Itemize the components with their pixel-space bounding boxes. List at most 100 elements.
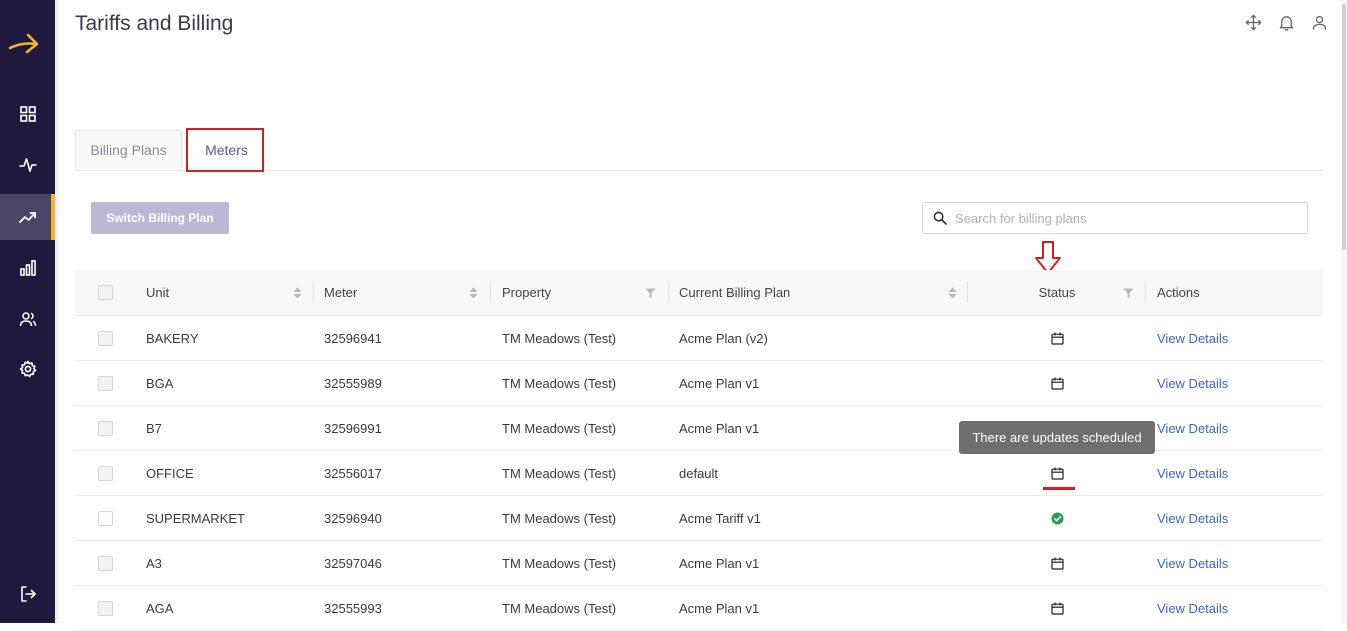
row-checkbox[interactable] [97, 600, 113, 616]
sort-icon[interactable] [293, 287, 302, 299]
bell-icon[interactable] [1277, 13, 1296, 32]
column-header-property[interactable]: Property [502, 270, 668, 315]
cell-billing-plan: default [679, 465, 719, 481]
view-details-link[interactable]: View Details [1157, 556, 1228, 571]
search-box[interactable] [922, 202, 1308, 234]
sort-icon[interactable] [948, 287, 957, 299]
column-header-label: Status [1038, 285, 1076, 300]
column-header-meter[interactable]: Meter [324, 270, 490, 315]
select-all-cell [75, 270, 135, 315]
move-arrows-icon[interactable] [1244, 13, 1263, 32]
cell-property: TM Meadows (Test) [502, 330, 617, 346]
table-row: BGA 32555989 TM Meadows (Test) Acme Plan… [75, 361, 1323, 406]
view-details-link[interactable]: View Details [1157, 376, 1228, 391]
row-checkbox[interactable] [97, 510, 113, 526]
cell-billing-plan: Acme Plan v1 [679, 375, 760, 391]
table-row: AGA 32555993 TM Meadows (Test) Acme Plan… [75, 586, 1323, 631]
cell-meter: 32555993 [324, 600, 382, 616]
sidebar-item-dashboard[interactable] [0, 91, 55, 137]
column-header-billing-plan[interactable]: Current Billing Plan [679, 270, 969, 315]
activity-pulse-icon [18, 158, 37, 172]
view-details-link[interactable]: View Details [1157, 601, 1228, 616]
column-header-label: Meter [324, 285, 358, 300]
scrollbar-thumb[interactable] [1342, 4, 1346, 250]
sidebar-item-reports[interactable] [0, 245, 55, 291]
sidebar-logout[interactable] [0, 571, 55, 617]
cell-property: TM Meadows (Test) [502, 375, 617, 391]
switch-billing-plan-button[interactable]: Switch Billing Plan [91, 202, 229, 234]
column-header-label: Property [502, 285, 552, 300]
view-details-link[interactable]: View Details [1157, 421, 1228, 436]
cell-meter: 32556017 [324, 465, 382, 481]
tab-meters[interactable]: Meters [188, 130, 265, 169]
cell-property: TM Meadows (Test) [502, 555, 617, 571]
check-circle-icon[interactable] [968, 496, 1146, 540]
page-title: Tariffs and Billing [75, 12, 234, 35]
column-header-actions: Actions [1157, 270, 1323, 315]
cell-unit: A3 [146, 555, 162, 571]
column-header-status[interactable]: Status [968, 270, 1146, 315]
gear-icon [19, 360, 36, 378]
view-details-link[interactable]: View Details [1157, 511, 1228, 526]
cell-billing-plan: Acme Plan (v2) [679, 330, 768, 346]
column-header-label: Actions [1157, 285, 1200, 300]
cell-unit: BGA [146, 375, 174, 391]
dashboard-grid-icon [19, 106, 36, 122]
filter-icon[interactable] [1123, 288, 1134, 298]
cell-unit: AGA [146, 600, 174, 616]
trending-up-icon [18, 212, 36, 223]
cell-property: TM Meadows (Test) [502, 465, 617, 481]
users-icon [19, 312, 36, 327]
cell-meter: 32596991 [324, 420, 382, 436]
column-header-label: Current Billing Plan [679, 285, 791, 300]
calendar-icon[interactable] [968, 361, 1146, 405]
cell-billing-plan: Acme Plan v1 [679, 555, 760, 571]
table-row: BAKERY 32596941 TM Meadows (Test) Acme P… [75, 316, 1323, 361]
cell-unit: OFFICE [146, 465, 194, 481]
cell-property: TM Meadows (Test) [502, 510, 617, 526]
cell-meter: 32596940 [324, 510, 382, 526]
view-details-link[interactable]: View Details [1157, 466, 1228, 481]
cell-meter: 32596941 [324, 330, 382, 346]
annotation-underline [1043, 487, 1075, 490]
header-icons [1244, 13, 1329, 32]
cell-property: TM Meadows (Test) [502, 420, 617, 436]
sidebar-item-settings[interactable] [0, 346, 55, 392]
cell-meter: 32597046 [324, 555, 382, 571]
status-tooltip: There are updates scheduled [959, 421, 1155, 454]
bar-chart-icon [19, 260, 36, 276]
cell-billing-plan: Acme Plan v1 [679, 420, 760, 436]
logo-arrow-icon[interactable] [8, 28, 42, 56]
tab-bar: Billing Plans Meters [75, 130, 1323, 171]
cell-unit: B7 [146, 420, 162, 436]
user-icon[interactable] [1310, 13, 1329, 32]
view-details-link[interactable]: View Details [1157, 331, 1228, 346]
calendar-icon[interactable] [968, 586, 1146, 630]
row-checkbox[interactable] [97, 555, 113, 571]
row-checkbox[interactable] [97, 420, 113, 436]
calendar-icon[interactable] [968, 541, 1146, 585]
cell-billing-plan: Acme Plan v1 [679, 600, 760, 616]
row-checkbox[interactable] [97, 465, 113, 481]
tab-billing-plans[interactable]: Billing Plans [75, 130, 182, 169]
table-header: Unit Meter Property Current Billing Plan… [75, 270, 1323, 316]
cell-unit: SUPERMARKET [146, 510, 245, 526]
calendar-icon[interactable] [968, 316, 1146, 360]
column-header-label: Unit [146, 285, 170, 300]
search-input[interactable] [953, 209, 1297, 227]
sidebar-item-users[interactable] [0, 296, 55, 342]
row-checkbox[interactable] [97, 375, 113, 391]
cell-meter: 32555989 [324, 375, 382, 391]
sort-icon[interactable] [469, 287, 478, 299]
logout-icon [20, 586, 36, 602]
sidebar-item-tariffs[interactable] [0, 194, 55, 240]
column-header-unit[interactable]: Unit [146, 270, 314, 315]
filter-icon[interactable] [645, 288, 656, 298]
page-scrollbar[interactable] [1341, 0, 1347, 623]
row-checkbox[interactable] [97, 330, 113, 346]
sidebar-item-activity[interactable] [0, 142, 55, 188]
select-all-checkbox[interactable] [97, 285, 113, 300]
search-icon [933, 211, 947, 225]
cell-unit: BAKERY [146, 330, 199, 346]
cell-property: TM Meadows (Test) [502, 600, 617, 616]
